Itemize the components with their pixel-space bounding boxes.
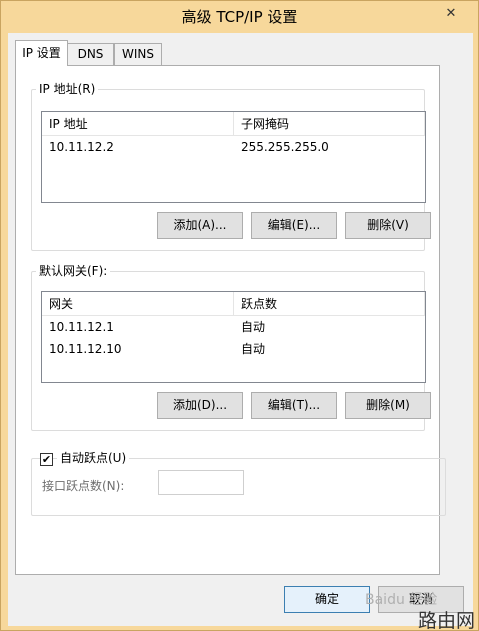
default-gateway-group: 默认网关(F): 网关 跃点数 10.11.12.1 自动 10.11.12.1… xyxy=(31,264,431,431)
metric-group: ✔ 自动跃点(U) 接口跃点数(N): xyxy=(31,451,446,516)
delete-gateway-button[interactable]: 删除(M) xyxy=(345,392,431,419)
delete-ip-button[interactable]: 删除(V) xyxy=(345,212,431,239)
gateway-list[interactable]: 网关 跃点数 10.11.12.1 自动 10.11.12.10 自动 xyxy=(41,291,426,383)
add-gateway-button[interactable]: 添加(D)... xyxy=(157,392,243,419)
default-gateway-group-title: 默认网关(F): xyxy=(36,264,111,278)
add-ip-button[interactable]: 添加(A)... xyxy=(157,212,243,239)
tab-wins[interactable]: WINS xyxy=(114,43,162,65)
list-header: IP 地址 子网掩码 xyxy=(42,112,425,136)
ip-address-group-title: IP 地址(R) xyxy=(36,82,99,96)
dialog-client: IP 设置 DNS WINS IP 地址(R) IP 地址 子网掩码 10.11… xyxy=(8,33,473,626)
edit-gateway-button[interactable]: 编辑(T)... xyxy=(251,392,337,419)
tab-panel-ip-settings: IP 地址(R) IP 地址 子网掩码 10.11.12.2 255.255.2… xyxy=(15,65,446,575)
tab-dns[interactable]: DNS xyxy=(67,43,114,65)
subnet-mask-cell[interactable]: 255.255.255.0 xyxy=(234,137,424,157)
window-title: 高级 TCP/IP 设置 xyxy=(181,8,298,26)
ip-address-cell[interactable]: 10.11.12.2 xyxy=(42,137,234,157)
gateway-cell[interactable]: 10.11.12.10 xyxy=(42,339,234,359)
ip-address-list[interactable]: IP 地址 子网掩码 10.11.12.2 255.255.255.0 xyxy=(41,111,426,203)
column-header-metric[interactable]: 跃点数 xyxy=(234,292,425,316)
interface-metric-input[interactable] xyxy=(158,470,244,495)
auto-metric-checkbox[interactable]: ✔ xyxy=(40,453,53,466)
metric-cell[interactable]: 自动 xyxy=(234,317,424,337)
gateway-cell[interactable]: 10.11.12.1 xyxy=(42,317,234,337)
dialog-window: 高级 TCP/IP 设置 ✕ IP 设置 DNS WINS IP 地址(R) I… xyxy=(0,0,479,631)
metric-cell[interactable]: 自动 xyxy=(234,339,424,359)
ok-button[interactable]: 确定 xyxy=(284,586,370,613)
column-header-gateway[interactable]: 网关 xyxy=(42,292,234,316)
close-icon[interactable]: ✕ xyxy=(438,3,464,25)
edit-ip-button[interactable]: 编辑(E)... xyxy=(251,212,337,239)
column-header-ip-address[interactable]: IP 地址 xyxy=(42,112,234,136)
auto-metric-label[interactable]: 自动跃点(U) xyxy=(57,451,130,465)
list-header: 网关 跃点数 xyxy=(42,292,425,316)
site-watermark: 路由网 xyxy=(418,610,476,631)
ip-address-group: IP 地址(R) IP 地址 子网掩码 10.11.12.2 255.255.2… xyxy=(31,82,431,251)
interface-metric-label: 接口跃点数(N): xyxy=(42,479,125,493)
column-header-subnet-mask[interactable]: 子网掩码 xyxy=(234,112,425,136)
tab-ip-settings[interactable]: IP 设置 xyxy=(15,40,68,66)
